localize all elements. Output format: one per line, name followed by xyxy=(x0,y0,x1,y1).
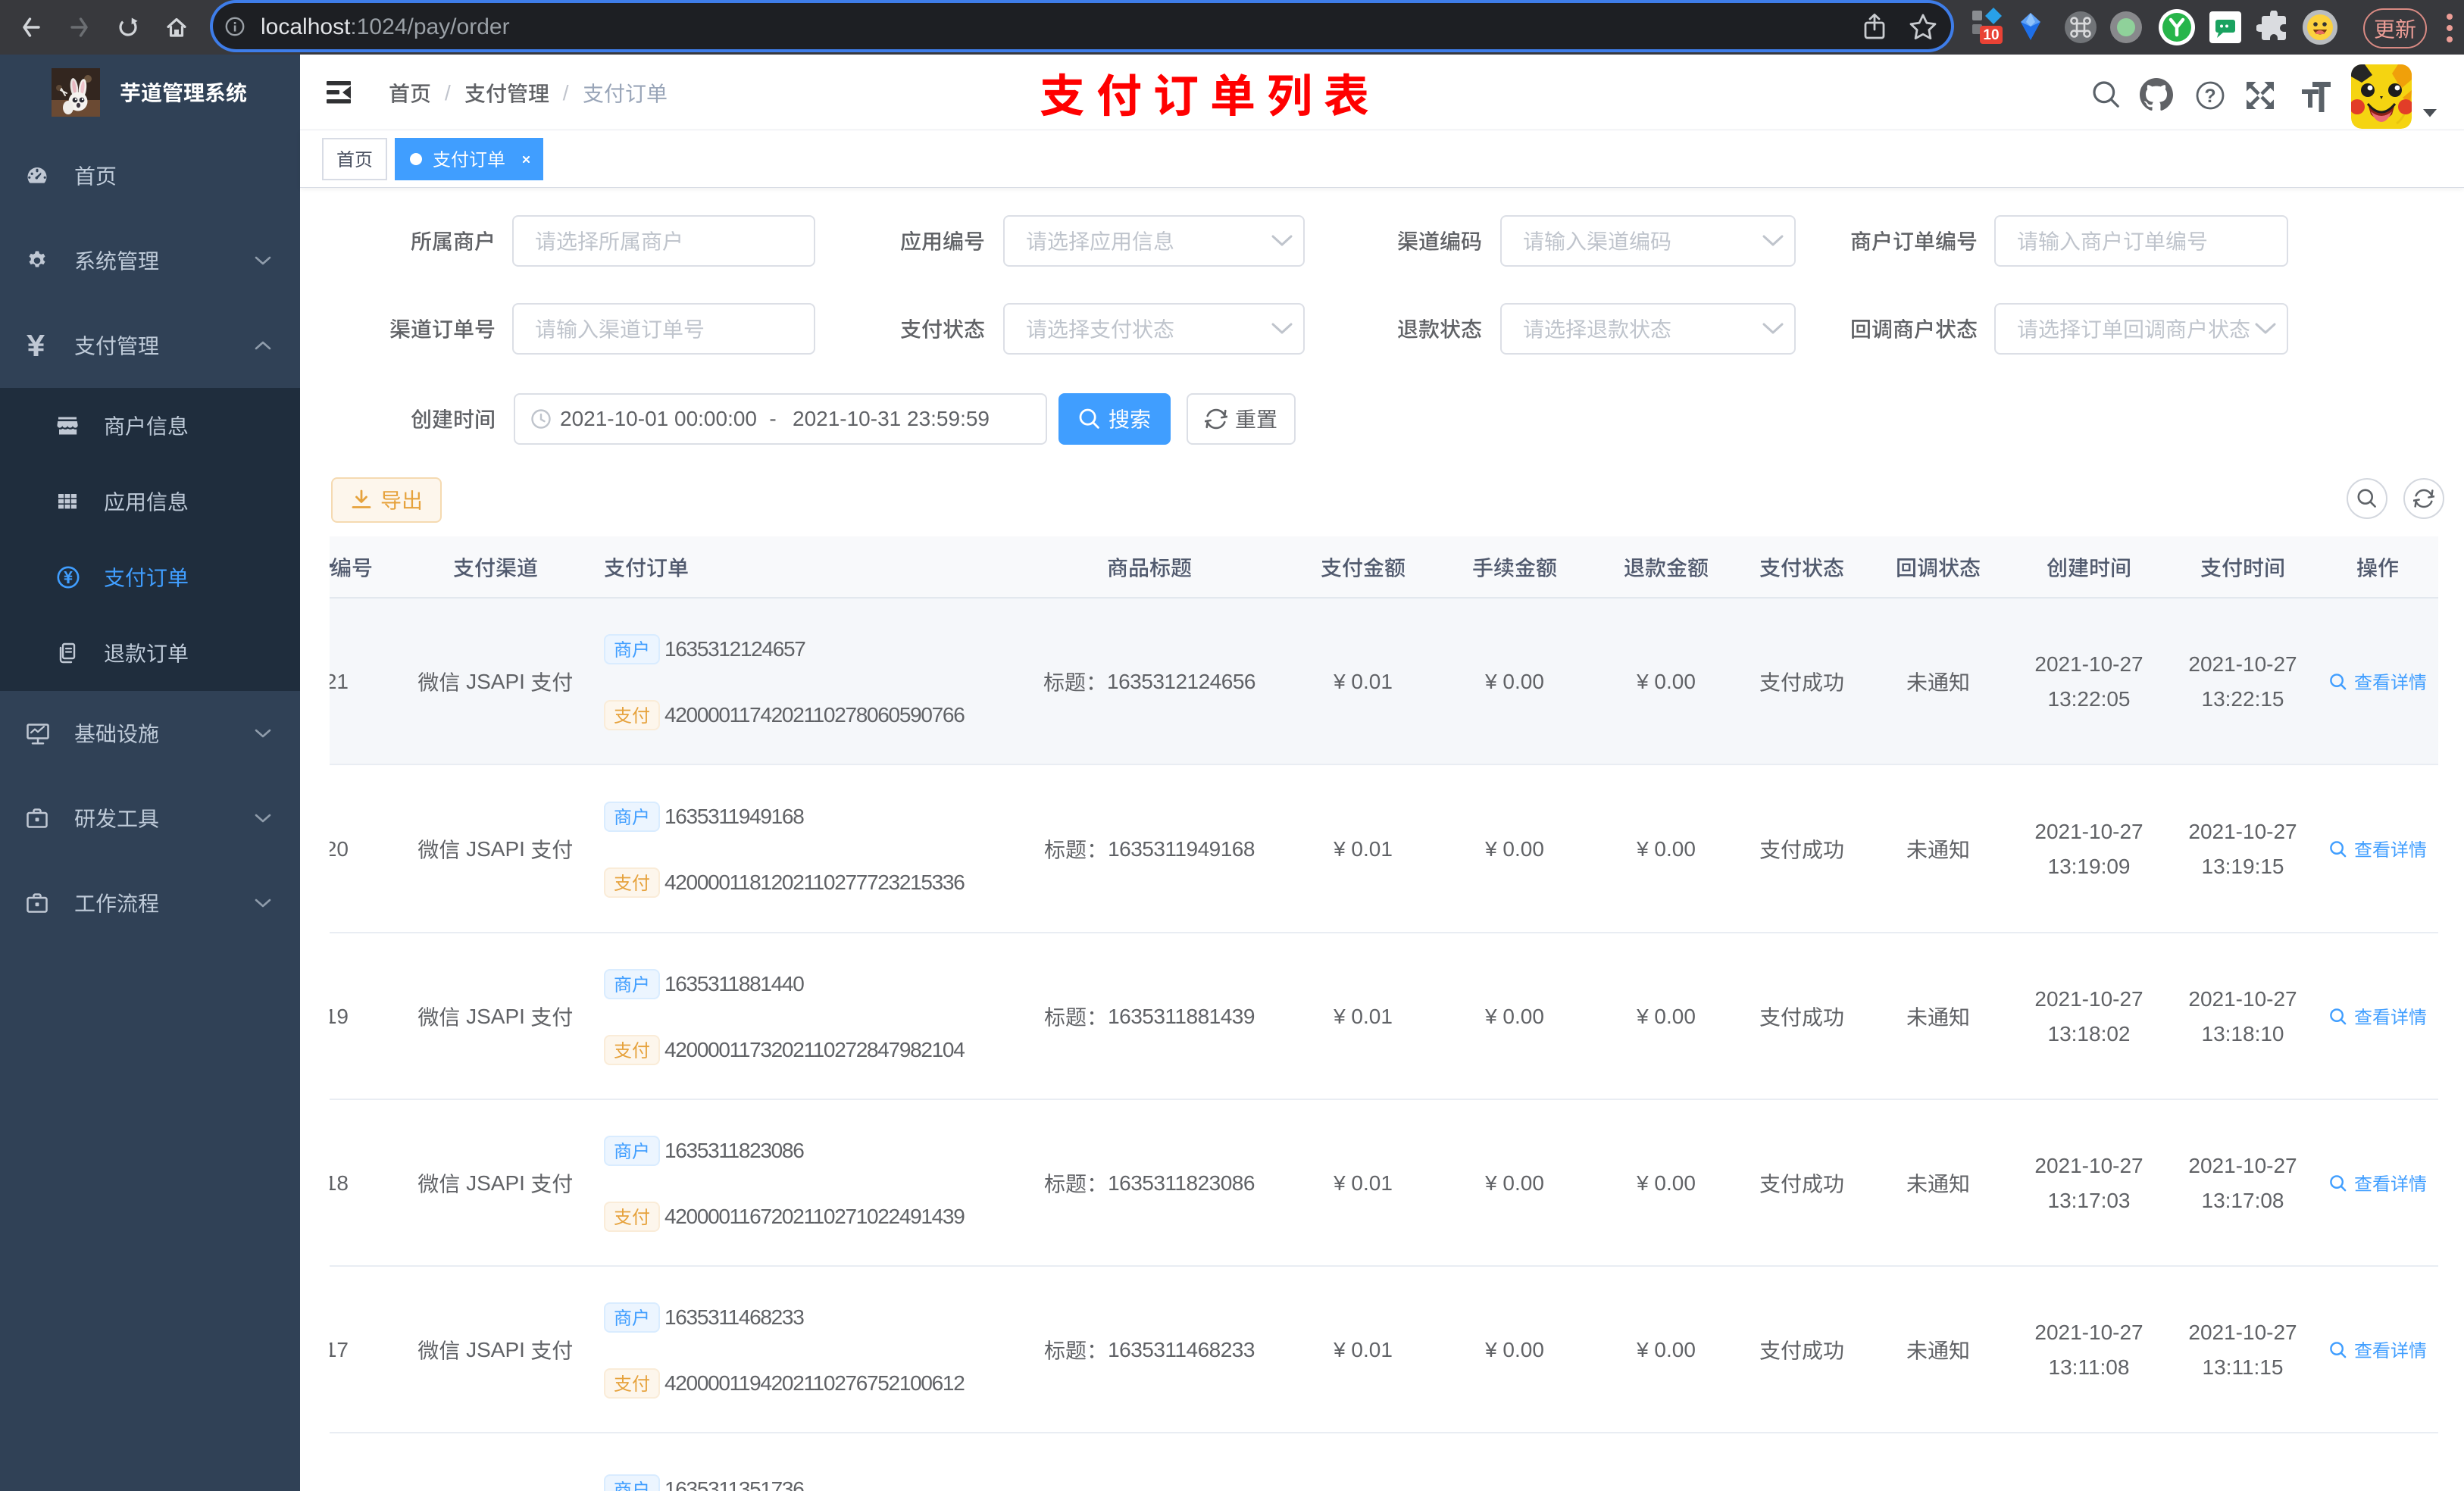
svg-text:10: 10 xyxy=(1983,27,1999,43)
svg-text:?: ? xyxy=(2204,86,2215,107)
